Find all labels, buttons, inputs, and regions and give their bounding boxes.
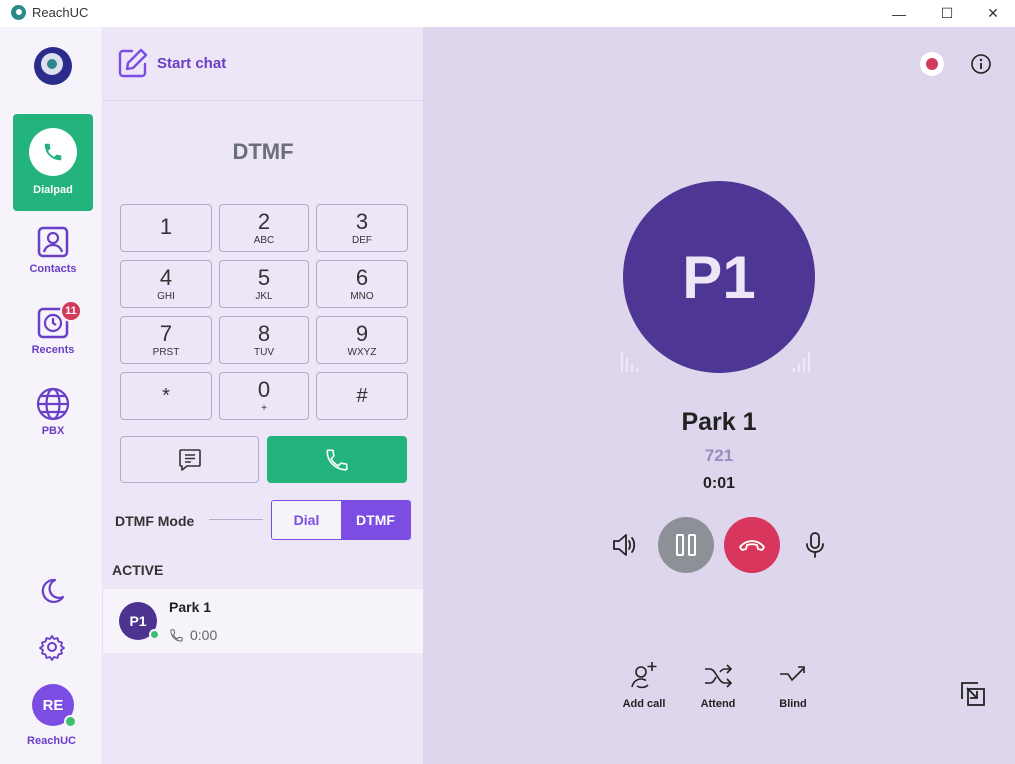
key-9[interactable]: 9 WXYZ <box>316 316 408 364</box>
dialer-panel: Start chat DTMF 1 2 ABC 3 DEF 4 GHI 5 JKL 6M… <box>103 27 423 764</box>
maximize-button[interactable]: ☐ <box>924 0 970 27</box>
call-duration: 0:01 <box>702 475 736 492</box>
call-panel: P1 Park 1 721 0:01 Add call Attend Blind <box>423 27 1015 764</box>
start-chat-label: Start chat <box>157 54 227 72</box>
user-label: ReachUC <box>27 735 76 747</box>
key-7[interactable]: 7 PRST <box>120 316 212 364</box>
globe-icon <box>36 387 70 421</box>
nav-pbx-label: PBX <box>41 425 65 437</box>
close-button[interactable]: ✕ <box>970 0 1015 27</box>
phone-icon <box>326 448 348 471</box>
contacts-icon <box>36 225 70 259</box>
call-button[interactable] <box>267 436 407 483</box>
key-8[interactable]: 8 TUV <box>219 316 309 364</box>
info-icon[interactable] <box>970 53 992 75</box>
add-call-button[interactable]: Add call <box>609 660 679 710</box>
window-title: ReachUC <box>32 5 89 20</box>
nav-recents-label: Recents <box>31 344 75 356</box>
nav-contacts[interactable]: Contacts <box>13 223 93 303</box>
key-star[interactable]: * <box>120 372 212 420</box>
user-avatar[interactable]: RE <box>32 684 77 728</box>
message-button[interactable] <box>120 436 259 483</box>
key-4[interactable]: 4 GHI <box>120 260 212 308</box>
start-chat-button[interactable]: Start chat <box>117 47 226 79</box>
call-avatar: P1 <box>119 602 160 640</box>
microphone-icon[interactable] <box>800 530 830 560</box>
caller-name: Park 1 <box>681 408 757 436</box>
add-user-icon <box>631 662 657 689</box>
caller-avatar: P1 <box>623 181 815 373</box>
key-3[interactable]: 3 DEF <box>316 204 408 252</box>
phone-icon <box>170 628 183 642</box>
mode-dial-button[interactable]: Dial <box>272 501 341 539</box>
divider <box>103 100 423 101</box>
key-1[interactable]: 1 <box>120 204 212 252</box>
keypad: 1 2 ABC 3 DEF 4 GHI 5 JKL 6 MNO 7 PRST 8 TUV 9W… <box>120 204 408 420</box>
active-heading: ACTIVE <box>112 562 164 578</box>
online-status-dot <box>64 715 77 728</box>
online-status-dot <box>149 629 160 640</box>
blind-transfer-button[interactable]: Blind <box>758 660 828 710</box>
audio-level-left-icon <box>621 352 638 372</box>
nav-dialpad-label: Dialpad <box>33 184 73 196</box>
hangup-button[interactable] <box>724 517 780 573</box>
nav-recents[interactable]: Recents <box>13 304 93 384</box>
active-call-item[interactable]: P1 Park 1 0:00 <box>103 589 423 653</box>
left-nav: Dialpad Contacts Recents 11 PBX RE Reach… <box>0 27 103 764</box>
minimize-button[interactable]: — <box>876 0 922 27</box>
key-hash[interactable]: # <box>316 372 408 420</box>
active-call-duration: 0:00 <box>169 627 217 643</box>
hangup-icon <box>739 540 765 551</box>
caller-number: 721 <box>704 446 734 465</box>
mode-divider <box>209 519 263 520</box>
nav-pbx[interactable]: PBX <box>13 385 93 465</box>
pause-icon <box>676 534 696 556</box>
shuffle-icon <box>705 664 733 688</box>
nav-dialpad[interactable]: Dialpad <box>13 114 93 211</box>
recents-badge: 11 <box>60 300 82 322</box>
mode-toggle: Dial DTMF <box>271 500 411 540</box>
transfer-icon <box>780 666 805 682</box>
moon-icon[interactable] <box>38 577 66 605</box>
dialer-title: DTMF <box>232 139 294 164</box>
record-button[interactable] <box>920 52 944 76</box>
nav-contacts-label: Contacts <box>29 263 77 275</box>
app-logo-icon <box>11 5 26 20</box>
dtmf-mode-label: DTMF Mode <box>115 513 195 529</box>
key-2[interactable]: 2 ABC <box>219 204 309 252</box>
phone-icon <box>29 128 77 176</box>
audio-level-right-icon <box>793 352 810 372</box>
active-call-name: Park 1 <box>169 599 212 615</box>
hold-button[interactable] <box>658 517 714 573</box>
edit-icon <box>117 47 149 79</box>
mode-dtmf-button[interactable]: DTMF <box>341 501 410 539</box>
message-icon <box>178 448 201 471</box>
gear-icon[interactable] <box>38 633 66 661</box>
speaker-icon[interactable] <box>609 530 639 560</box>
key-0[interactable]: 0 + <box>219 372 309 420</box>
key-5[interactable]: 5 JKL <box>219 260 309 308</box>
user-initials: RE <box>42 696 64 714</box>
title-bar: ReachUC — ☐ ✕ <box>0 0 1015 27</box>
attend-transfer-button[interactable]: Attend <box>683 660 753 710</box>
brand-logo-icon <box>34 47 72 85</box>
expand-icon[interactable] <box>959 680 987 708</box>
key-6[interactable]: 6 MNO <box>316 260 408 308</box>
